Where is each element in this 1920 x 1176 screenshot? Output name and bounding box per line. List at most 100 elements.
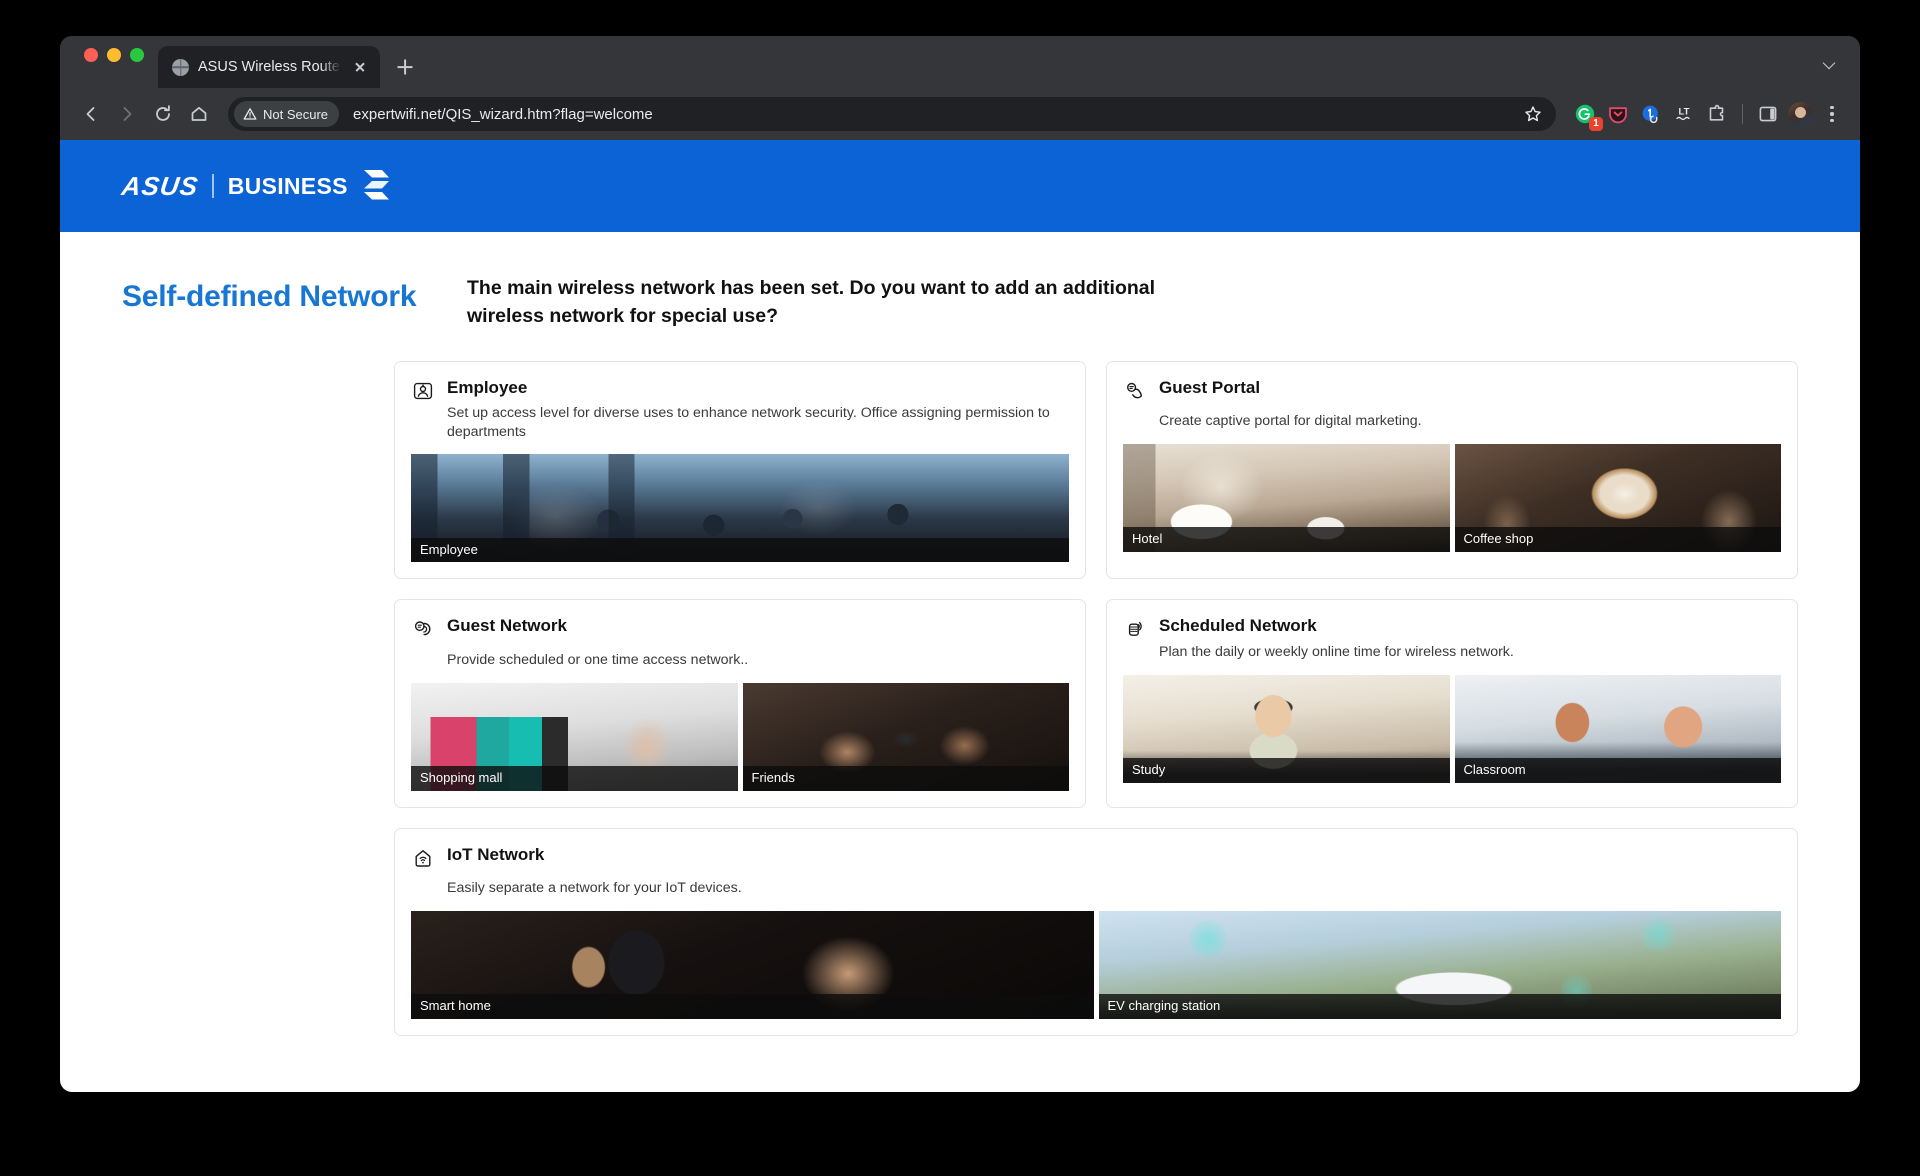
- logo-divider: [212, 174, 214, 198]
- not-secure-badge[interactable]: Not Secure: [234, 101, 340, 127]
- thumbnail-caption: Friends: [742, 765, 1069, 791]
- thumbnail-caption: Employee: [411, 537, 1069, 563]
- card-title: Guest Portal: [1159, 377, 1261, 397]
- languagetool-extension-icon[interactable]: LT: [1671, 101, 1697, 127]
- card-texts: Guest Portal Create captive portal for d…: [1159, 378, 1781, 431]
- thumbnail[interactable]: Shopping mall: [411, 682, 738, 791]
- thumbnail-caption: Classroom: [1454, 757, 1781, 783]
- plus-icon[interactable]: [390, 52, 420, 82]
- card-header: Scheduled Network Plan the daily or week…: [1123, 616, 1781, 661]
- id-badge-person-icon: [411, 379, 435, 403]
- maximize-window-button[interactable]: [130, 48, 144, 62]
- card-title: Scheduled Network: [1159, 616, 1317, 636]
- card-scheduled-network[interactable]: Scheduled Network Plan the daily or week…: [1106, 599, 1798, 808]
- card-row: Employee Set up access level for diverse…: [394, 360, 1798, 580]
- hand-tap-icon: [1123, 379, 1147, 403]
- card-header: Guest Portal Create captive portal for d…: [1123, 378, 1781, 431]
- thumbnail-caption: Shopping mall: [411, 765, 738, 791]
- home-icon[interactable]: [182, 97, 216, 131]
- card-thumbnails: Hotel Coffee shop: [1123, 443, 1781, 552]
- close-icon[interactable]: [350, 57, 370, 77]
- card-description: Plan the daily or weekly online time for…: [1159, 643, 1514, 660]
- thumbnail[interactable]: Smart home: [411, 910, 1094, 1019]
- arrow-right-icon[interactable]: [110, 97, 144, 131]
- url-text: expertwifi.net/QIS_wizard.htm?flag=welco…: [353, 105, 653, 123]
- arrow-left-icon[interactable]: [74, 97, 108, 131]
- window-controls: [76, 36, 158, 88]
- wifi-guest-icon: [411, 617, 435, 641]
- card-guest-portal[interactable]: Guest Portal Create captive portal for d…: [1106, 360, 1798, 580]
- browser-window: ASUS Wireless Router Exper: [60, 36, 1860, 1092]
- reload-icon[interactable]: [146, 97, 180, 131]
- minimize-window-button[interactable]: [107, 48, 121, 62]
- house-wifi-icon: [411, 846, 435, 870]
- card-texts: Guest Network Provide scheduled or one t…: [447, 616, 1069, 669]
- expert-wifi-chevron-icon: [360, 169, 390, 203]
- card-texts: Scheduled Network Plan the daily or week…: [1159, 616, 1781, 661]
- card-employee[interactable]: Employee Set up access level for diverse…: [394, 360, 1086, 580]
- thumbnail[interactable]: Classroom: [1454, 674, 1781, 783]
- thumbnail[interactable]: Friends: [742, 682, 1069, 791]
- extensions-puzzle-icon[interactable]: [1704, 101, 1730, 127]
- thumbnail-caption: Hotel: [1123, 527, 1450, 552]
- page-viewport: ASUS BUSINESS Self-defined Network The m…: [60, 140, 1860, 1092]
- extension-badge-count: 1: [1589, 117, 1603, 131]
- page-title: Self-defined Network: [122, 280, 417, 313]
- card-header: Employee Set up access level for diverse…: [411, 378, 1069, 442]
- headline-row: Self-defined Network The main wireless n…: [122, 232, 1798, 331]
- card-thumbnails: Shopping mall Friends: [411, 682, 1069, 791]
- thumbnail-caption: Coffee shop: [1454, 527, 1781, 552]
- avatar[interactable]: [1788, 101, 1813, 127]
- page-content: Self-defined Network The main wireless n…: [60, 232, 1860, 1036]
- grammarly-extension-icon[interactable]: 1: [1572, 101, 1603, 131]
- card-header: Guest Network Provide scheduled or one t…: [411, 616, 1069, 669]
- card-thumbnails: Smart home EV charging station: [411, 910, 1781, 1019]
- card-row: Guest Network Provide scheduled or one t…: [394, 599, 1798, 808]
- svg-text:LT: LT: [1679, 106, 1690, 117]
- globe-icon: [172, 58, 189, 76]
- tab-title: ASUS Wireless Router Exper: [198, 59, 341, 75]
- not-secure-label: Not Secure: [263, 106, 329, 122]
- address-bar[interactable]: Not Secure expertwifi.net/QIS_wizard.htm…: [228, 97, 1556, 131]
- tab-strip: ASUS Wireless Router Exper: [60, 36, 1860, 88]
- card-description: Set up access level for diverse uses to …: [447, 404, 1050, 440]
- thumbnail[interactable]: EV charging station: [1098, 910, 1781, 1019]
- card-texts: IoT Network Easily separate a network fo…: [447, 845, 1781, 898]
- card-iot-network[interactable]: IoT Network Easily separate a network fo…: [394, 827, 1798, 1036]
- card-title: Employee: [447, 377, 528, 397]
- thumbnail[interactable]: Study: [1123, 674, 1450, 783]
- card-row: IoT Network Easily separate a network fo…: [394, 827, 1798, 1036]
- page-question: The main wireless network has been set. …: [467, 277, 1156, 328]
- card-guest-network[interactable]: Guest Network Provide scheduled or one t…: [394, 599, 1086, 808]
- pocket-extension-icon[interactable]: [1605, 101, 1631, 127]
- card-header: IoT Network Easily separate a network fo…: [411, 845, 1781, 898]
- asus-brand-text: ASUS: [119, 170, 201, 201]
- toolbar-divider: [1742, 104, 1743, 124]
- close-window-button[interactable]: [84, 48, 98, 62]
- thumbnail[interactable]: Employee: [411, 454, 1069, 563]
- card-thumbnails: Study Classroom: [1123, 674, 1781, 783]
- thumbnail[interactable]: Hotel: [1123, 443, 1450, 552]
- clock-wifi-icon: [1123, 617, 1147, 641]
- side-panel-icon[interactable]: [1755, 101, 1781, 127]
- asus-logo: ASUS BUSINESS: [119, 169, 390, 203]
- asus-business-header: ASUS BUSINESS: [60, 140, 1860, 232]
- browser-toolbar: Not Secure expertwifi.net/QIS_wizard.htm…: [60, 88, 1860, 140]
- warning-triangle-icon: [243, 108, 257, 120]
- business-label: BUSINESS: [227, 172, 348, 199]
- extensions-row: 1 LT: [1566, 101, 1844, 131]
- card-description: Provide scheduled or one time access net…: [447, 651, 749, 668]
- thumbnail[interactable]: Coffee shop: [1454, 443, 1781, 552]
- star-icon[interactable]: [1520, 101, 1546, 127]
- card-description: Create captive portal for digital market…: [1159, 412, 1422, 429]
- tab-strip-right: [1818, 54, 1860, 88]
- card-description: Easily separate a network for your IoT d…: [447, 879, 742, 896]
- card-title: Guest Network: [447, 616, 567, 636]
- card-thumbnails: Employee: [411, 454, 1069, 563]
- onepassword-extension-icon[interactable]: [1638, 101, 1664, 127]
- kebab-menu-icon[interactable]: [1820, 102, 1844, 126]
- chevron-down-icon[interactable]: [1818, 54, 1840, 76]
- card-title: IoT Network: [447, 844, 545, 864]
- network-type-cards: Employee Set up access level for diverse…: [122, 331, 1798, 1036]
- browser-tab[interactable]: ASUS Wireless Router Exper: [158, 46, 380, 88]
